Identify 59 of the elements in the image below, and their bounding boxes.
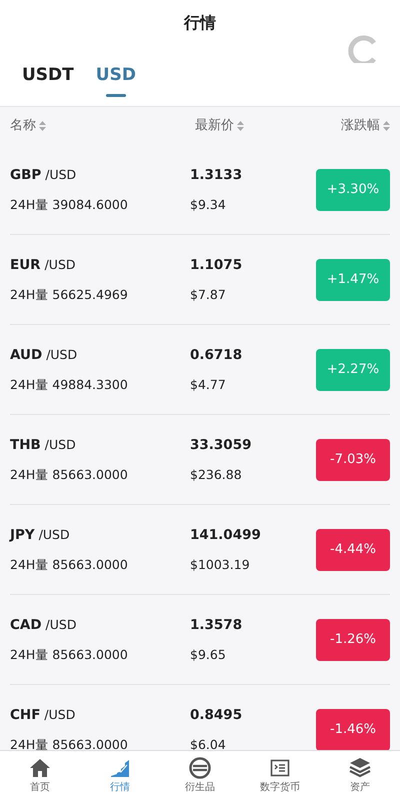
currency-symbol: THB bbox=[10, 436, 41, 452]
value-text: $6.04 bbox=[190, 736, 226, 750]
change-badge[interactable]: -7.03% bbox=[316, 438, 390, 480]
value-text: $7.87 bbox=[190, 286, 226, 302]
currency-symbol: AUD bbox=[10, 346, 42, 362]
tab[interactable]: USDT bbox=[22, 44, 74, 106]
quote-currency: /USD bbox=[44, 256, 76, 272]
currency-symbol: EUR bbox=[10, 256, 41, 272]
sort-icon bbox=[39, 121, 46, 131]
volume-text: 24H量 85663.0000 bbox=[10, 646, 128, 662]
volume-text: 24H量 49884.3300 bbox=[10, 376, 128, 392]
price-text: 141.0499 bbox=[190, 526, 261, 542]
change-badge[interactable]: +3.30% bbox=[316, 168, 390, 210]
price-text: 1.1075 bbox=[190, 256, 242, 272]
nav-tab[interactable]: 数字货币 bbox=[240, 751, 320, 800]
quote-currency: /USD bbox=[44, 436, 76, 452]
quote-currency: /USD bbox=[46, 346, 78, 362]
column-header[interactable]: 最新价 bbox=[195, 116, 244, 136]
volume-text: 24H量 39084.6000 bbox=[10, 196, 128, 212]
sort-icon bbox=[237, 121, 244, 131]
column-header[interactable]: 名称 bbox=[10, 116, 46, 136]
quote-currency: /USD bbox=[45, 166, 76, 182]
currency-symbol: CHF bbox=[10, 706, 40, 722]
nav-tab[interactable]: 资产 bbox=[320, 751, 400, 800]
value-text: $236.88 bbox=[190, 466, 242, 482]
nav-tab[interactable]: 衍生品 bbox=[160, 751, 240, 800]
home-icon bbox=[28, 756, 52, 780]
quote-currency: /USD bbox=[38, 526, 70, 542]
change-badge[interactable]: +2.27% bbox=[316, 348, 390, 390]
change-badge[interactable]: -1.46% bbox=[316, 708, 390, 750]
nav-tab[interactable]: 行情 bbox=[80, 751, 160, 800]
currency-symbol: GBP bbox=[10, 166, 42, 182]
price-text: 33.3059 bbox=[190, 436, 252, 452]
change-badge[interactable]: -4.44% bbox=[316, 528, 390, 570]
nav-tab[interactable]: 首页 bbox=[0, 751, 80, 800]
layers-icon bbox=[348, 756, 372, 780]
currency-symbol: CAD bbox=[10, 616, 42, 632]
exchange-icon bbox=[188, 756, 212, 780]
volume-text: 24H量 85663.0000 bbox=[10, 736, 128, 750]
volume-text: 24H量 85663.0000 bbox=[10, 466, 128, 482]
quote-currency: /USD bbox=[44, 706, 76, 722]
value-text: $4.77 bbox=[190, 376, 226, 392]
price-text: 1.3133 bbox=[190, 166, 242, 182]
change-badge[interactable]: -1.26% bbox=[316, 618, 390, 660]
volume-text: 24H量 85663.0000 bbox=[10, 556, 128, 572]
value-text: $9.65 bbox=[190, 646, 226, 662]
change-badge[interactable]: +1.47% bbox=[316, 258, 390, 300]
price-text: 0.6718 bbox=[190, 346, 242, 362]
sort-icon bbox=[383, 121, 390, 131]
volume-text: 24H量 56625.4969 bbox=[10, 286, 128, 302]
currency-symbol: JPY bbox=[10, 526, 35, 542]
column-header[interactable]: 涨跌幅 bbox=[341, 116, 390, 136]
value-text: $9.34 bbox=[190, 196, 226, 212]
tab[interactable]: USD bbox=[96, 44, 136, 106]
value-text: $1003.19 bbox=[190, 556, 250, 572]
page-title: 行情 bbox=[184, 12, 216, 34]
price-text: 0.8495 bbox=[190, 706, 242, 722]
quote-currency: /USD bbox=[46, 616, 76, 632]
price-text: 1.3578 bbox=[190, 616, 242, 632]
